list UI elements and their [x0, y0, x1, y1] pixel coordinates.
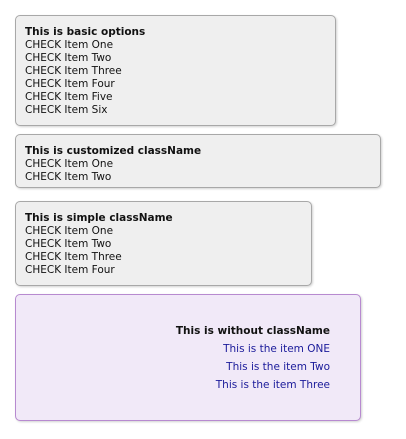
check-item[interactable]: CHECK Item One — [25, 158, 371, 171]
check-item[interactable]: CHECK Item Two — [25, 171, 371, 184]
list-item[interactable]: This is the item Two — [26, 360, 330, 374]
check-item[interactable]: CHECK Item Five — [25, 91, 326, 104]
basic-options-panel: This is basic options CHECK Item One CHE… — [15, 15, 336, 126]
simple-classname-panel: This is simple className CHECK Item One … — [15, 201, 312, 286]
check-item[interactable]: CHECK Item Six — [25, 104, 326, 117]
list-item[interactable]: This is the item ONE — [26, 342, 330, 356]
list-item[interactable]: This is the item Three — [26, 378, 330, 392]
without-classname-panel: This is without className This is the it… — [15, 294, 361, 421]
check-item[interactable]: CHECK Item Three — [25, 251, 302, 264]
check-item[interactable]: CHECK Item Two — [25, 238, 302, 251]
check-item[interactable]: CHECK Item Three — [25, 65, 326, 78]
check-item[interactable]: CHECK Item Four — [25, 264, 302, 277]
check-item[interactable]: CHECK Item One — [25, 39, 326, 52]
check-item[interactable]: CHECK Item One — [25, 225, 302, 238]
panel-title: This is basic options — [25, 26, 146, 38]
check-item[interactable]: CHECK Item Four — [25, 78, 326, 91]
panel-title: This is customized className — [25, 145, 202, 157]
panel-title: This is without className — [175, 325, 330, 337]
customized-classname-panel: This is customized className CHECK Item … — [15, 134, 381, 188]
panel-title: This is simple className — [25, 212, 173, 224]
check-item[interactable]: CHECK Item Two — [25, 52, 326, 65]
